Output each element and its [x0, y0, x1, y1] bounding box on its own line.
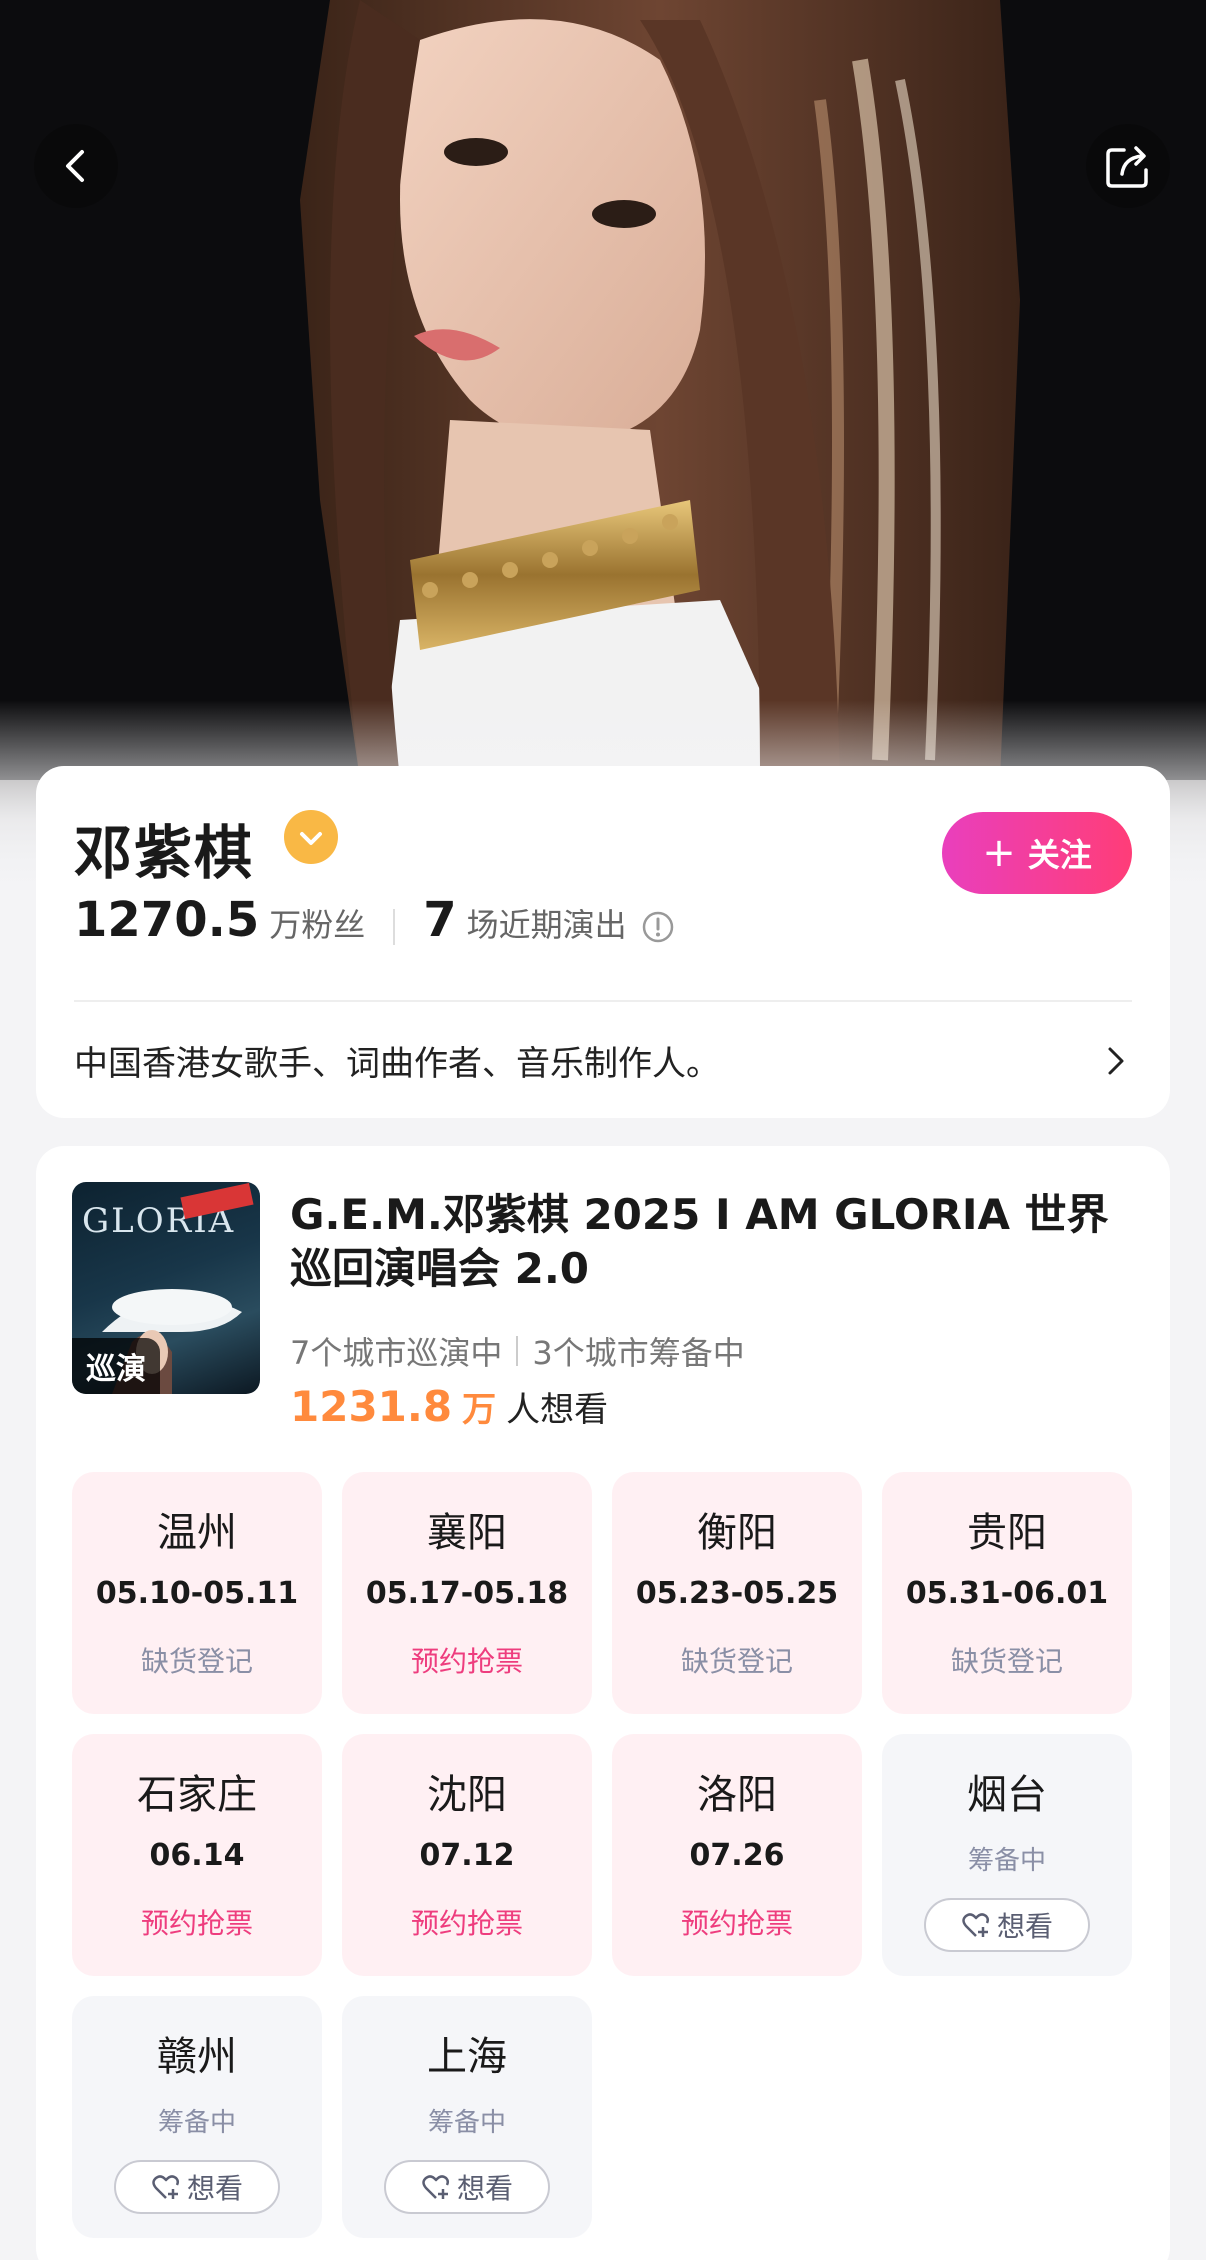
city-name: 洛阳 — [697, 1772, 777, 1818]
want-button[interactable]: 想看 — [924, 1898, 1090, 1952]
fans-unit: 万粉丝 — [269, 906, 366, 944]
city-card-shenyang[interactable]: 沈阳 07.12 预约抢票 — [342, 1734, 592, 1976]
chevron-left-icon — [66, 150, 84, 182]
want-button[interactable]: 想看 — [114, 2160, 280, 2214]
follow-button[interactable]: + 关注 — [942, 812, 1132, 894]
tour-want-count: 1231.8 万 人想看 — [290, 1382, 608, 1431]
tour-poster[interactable]: GLORIA 巡演 — [72, 1182, 260, 1394]
share-icon — [1106, 146, 1148, 188]
city-card-yantai[interactable]: 烟台 筹备中 想看 — [882, 1734, 1132, 1976]
cities-planning: 3个城市筹备中 — [532, 1334, 745, 1372]
share-button[interactable] — [1086, 124, 1170, 208]
artist-stats: 1270.5 万粉丝 7 场近期演出 — [74, 892, 675, 962]
city-card-wenzhou[interactable]: 温州 05.10-05.11 缺货登记 — [72, 1472, 322, 1714]
city-card-guiyang[interactable]: 贵阳 05.31-06.01 缺货登记 — [882, 1472, 1132, 1714]
city-name: 沈阳 — [427, 1772, 507, 1818]
city-card-shijiazhuang[interactable]: 石家庄 06.14 预约抢票 — [72, 1734, 322, 1976]
city-name: 衡阳 — [697, 1510, 777, 1556]
city-status: 缺货登记 — [140, 1645, 253, 1678]
city-date: 06.14 — [149, 1838, 245, 1873]
stat-divider — [393, 909, 396, 945]
heart-plus-icon — [152, 2175, 180, 2199]
poster-tag: 巡演 — [72, 1338, 160, 1394]
artist-name: 邓紫棋 — [74, 819, 255, 887]
tour-card: GLORIA 巡演 G.E.M.邓紫棋 2025 I AM GLORIA 世界巡… — [36, 1146, 1170, 2260]
city-status: 缺货登记 — [680, 1645, 793, 1678]
follow-label: 关注 — [1027, 836, 1092, 874]
back-button[interactable] — [34, 124, 118, 208]
cities-touring: 7个城市巡演中 — [290, 1334, 503, 1372]
heart-plus-icon — [962, 1913, 990, 1937]
plus-icon: + — [982, 830, 1016, 876]
tour-title[interactable]: G.E.M.邓紫棋 2025 I AM GLORIA 世界巡回演唱会 2.0 — [290, 1188, 1110, 1296]
city-status: 缺货登记 — [950, 1645, 1063, 1678]
summary-divider — [516, 1336, 519, 1366]
want-label: 人想看 — [506, 1390, 609, 1430]
verified-check-icon — [284, 810, 338, 864]
divider — [74, 1000, 1132, 1002]
want-button-label: 想看 — [996, 1910, 1053, 1943]
shows-count: 7 — [423, 892, 457, 948]
city-prep-status: 筹备中 — [427, 2108, 506, 2138]
artist-photo — [0, 0, 1206, 780]
hero-banner — [0, 0, 1206, 900]
city-name: 烟台 — [967, 1772, 1047, 1818]
city-status: 预约抢票 — [410, 1907, 523, 1940]
artist-info-card: 邓紫棋 + 关注 1270.5 万粉丝 7 场近期演出 中国香港女歌手、词曲作者… — [36, 766, 1170, 1118]
city-card-shanghai[interactable]: 上海 筹备中 想看 — [342, 1996, 592, 2238]
heart-plus-icon — [422, 2175, 450, 2199]
city-status: 预约抢票 — [410, 1645, 523, 1678]
city-date: 05.10-05.11 — [95, 1576, 299, 1611]
artist-bio[interactable]: 中国香港女歌手、词曲作者、音乐制作人。 — [74, 1036, 720, 1085]
city-name: 赣州 — [157, 2034, 237, 2080]
city-date: 07.26 — [689, 1838, 785, 1873]
want-button[interactable]: 想看 — [384, 2160, 550, 2214]
city-date: 05.31-06.01 — [905, 1576, 1109, 1611]
city-prep-status: 筹备中 — [157, 2108, 236, 2138]
info-icon[interactable] — [641, 910, 675, 944]
shows-label: 场近期演出 — [466, 906, 627, 944]
city-date: 05.23-05.25 — [635, 1576, 839, 1611]
want-button-label: 想看 — [456, 2172, 513, 2205]
city-name: 温州 — [157, 1510, 237, 1556]
city-status: 预约抢票 — [140, 1907, 253, 1940]
city-card-ganzhou[interactable]: 赣州 筹备中 想看 — [72, 1996, 322, 2238]
city-date: 05.17-05.18 — [365, 1576, 569, 1611]
city-status: 预约抢票 — [680, 1907, 793, 1940]
city-name: 石家庄 — [137, 1772, 257, 1818]
want-button-label: 想看 — [186, 2172, 243, 2205]
city-date: 07.12 — [419, 1838, 515, 1873]
city-card-hengyang[interactable]: 衡阳 05.23-05.25 缺货登记 — [612, 1472, 862, 1714]
city-prep-status: 筹备中 — [967, 1846, 1046, 1876]
tour-cities-summary: 7个城市巡演中 3个城市筹备中 — [290, 1328, 745, 1374]
city-name: 襄阳 — [427, 1510, 507, 1556]
want-unit: 万 — [462, 1390, 497, 1430]
city-name: 上海 — [427, 2034, 507, 2080]
city-name: 贵阳 — [967, 1510, 1047, 1556]
chevron-right-icon[interactable] — [1104, 1044, 1128, 1078]
city-card-luoyang[interactable]: 洛阳 07.26 预约抢票 — [612, 1734, 862, 1976]
fans-count: 1270.5 — [74, 892, 260, 948]
want-count: 1231.8 — [290, 1382, 453, 1431]
city-card-xiangyang[interactable]: 襄阳 05.17-05.18 预约抢票 — [342, 1472, 592, 1714]
